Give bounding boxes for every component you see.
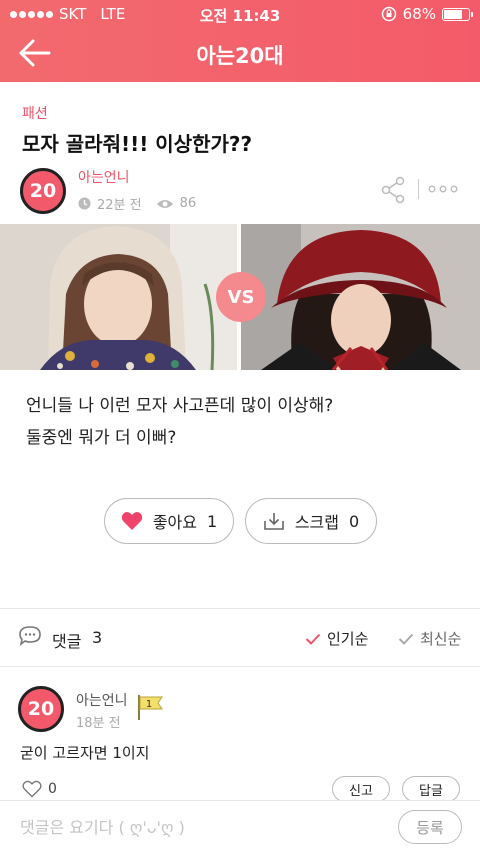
view-count: 86 xyxy=(179,196,197,211)
post-meta: 22분 전 86 xyxy=(78,194,196,213)
heart-icon xyxy=(121,512,143,530)
reply-button[interactable]: 답글 xyxy=(402,776,460,802)
post-category[interactable]: 패션 xyxy=(22,103,48,123)
scrap-count: 0 xyxy=(348,511,360,531)
photo-option-1-image xyxy=(0,224,237,370)
avatar[interactable]: 20 xyxy=(18,686,64,732)
sort-popular-label: 인기순 xyxy=(327,630,369,648)
comment-like-count: 0 xyxy=(48,781,57,797)
submit-button[interactable]: 등록 xyxy=(398,810,462,844)
scrap-button[interactable]: 스크랩 0 xyxy=(245,498,377,544)
author-name[interactable]: 아는언니 xyxy=(78,167,130,187)
post-body-line: 언니들 나 이런 모자 사고픈데 많이 이상해? xyxy=(26,396,334,416)
comment-text: 굳이 고르자면 1이지 xyxy=(20,744,150,762)
vs-badge: VS xyxy=(216,272,266,322)
sort-latest-label: 최신순 xyxy=(420,630,462,648)
sort-latest[interactable]: 최신순 xyxy=(398,628,461,649)
status-right: 68% xyxy=(381,5,473,23)
download-icon xyxy=(264,513,284,530)
like-button[interactable]: 좋아요 1 xyxy=(104,498,234,544)
battery-fill xyxy=(444,9,462,19)
sort-popular[interactable]: 인기순 xyxy=(305,628,368,649)
more-icon[interactable] xyxy=(428,183,458,195)
heart-outline-icon xyxy=(22,780,42,798)
photo-option-2-image xyxy=(241,224,480,370)
like-count: 1 xyxy=(206,511,218,531)
battery-icon xyxy=(442,7,473,21)
check-icon xyxy=(398,633,414,645)
check-icon xyxy=(305,633,321,645)
comment-icon xyxy=(19,626,41,646)
comment-like-button[interactable]: 0 xyxy=(22,780,57,798)
comments-label: 댓글 xyxy=(52,632,82,651)
divider xyxy=(0,666,480,667)
app-header: SKT LTE 오전 11:43 68% 아는20대 xyxy=(0,0,480,82)
clock-icon xyxy=(78,197,91,210)
comment-time: 18분 전 xyxy=(76,716,121,731)
avatar[interactable]: 20 xyxy=(20,168,66,214)
comment-author[interactable]: 아는언니 xyxy=(76,690,128,710)
report-button[interactable]: 신고 xyxy=(332,776,390,802)
eye-icon xyxy=(156,199,173,208)
photo-option-2[interactable] xyxy=(241,224,480,370)
flag-badge: 1 xyxy=(146,699,152,710)
post-body: 언니들 나 이런 모자 사고픈데 많이 이상해? 둘중엔 뭐가 더 이뻐? xyxy=(26,390,333,454)
comments-count: 3 xyxy=(92,628,103,647)
page-title: 아는20대 xyxy=(196,44,284,68)
post-time: 22분 전 xyxy=(97,198,142,213)
post-body-line: 둘중엔 뭐가 더 이뻐? xyxy=(26,428,177,448)
rotation-lock-icon xyxy=(381,6,396,22)
divider xyxy=(418,179,419,199)
comment-input[interactable] xyxy=(20,813,380,841)
battery-percent: 68% xyxy=(402,5,436,23)
post-title: 모자 골라줘!!! 이상한가?? xyxy=(22,132,253,156)
photo-option-1[interactable] xyxy=(0,224,237,370)
status-bar: SKT LTE 오전 11:43 68% xyxy=(0,0,480,28)
scrap-label: 스크랩 xyxy=(294,513,339,532)
like-label: 좋아요 xyxy=(152,513,197,532)
divider xyxy=(0,608,480,609)
flag-icon: 1 xyxy=(138,695,163,720)
share-icon[interactable] xyxy=(380,176,406,204)
